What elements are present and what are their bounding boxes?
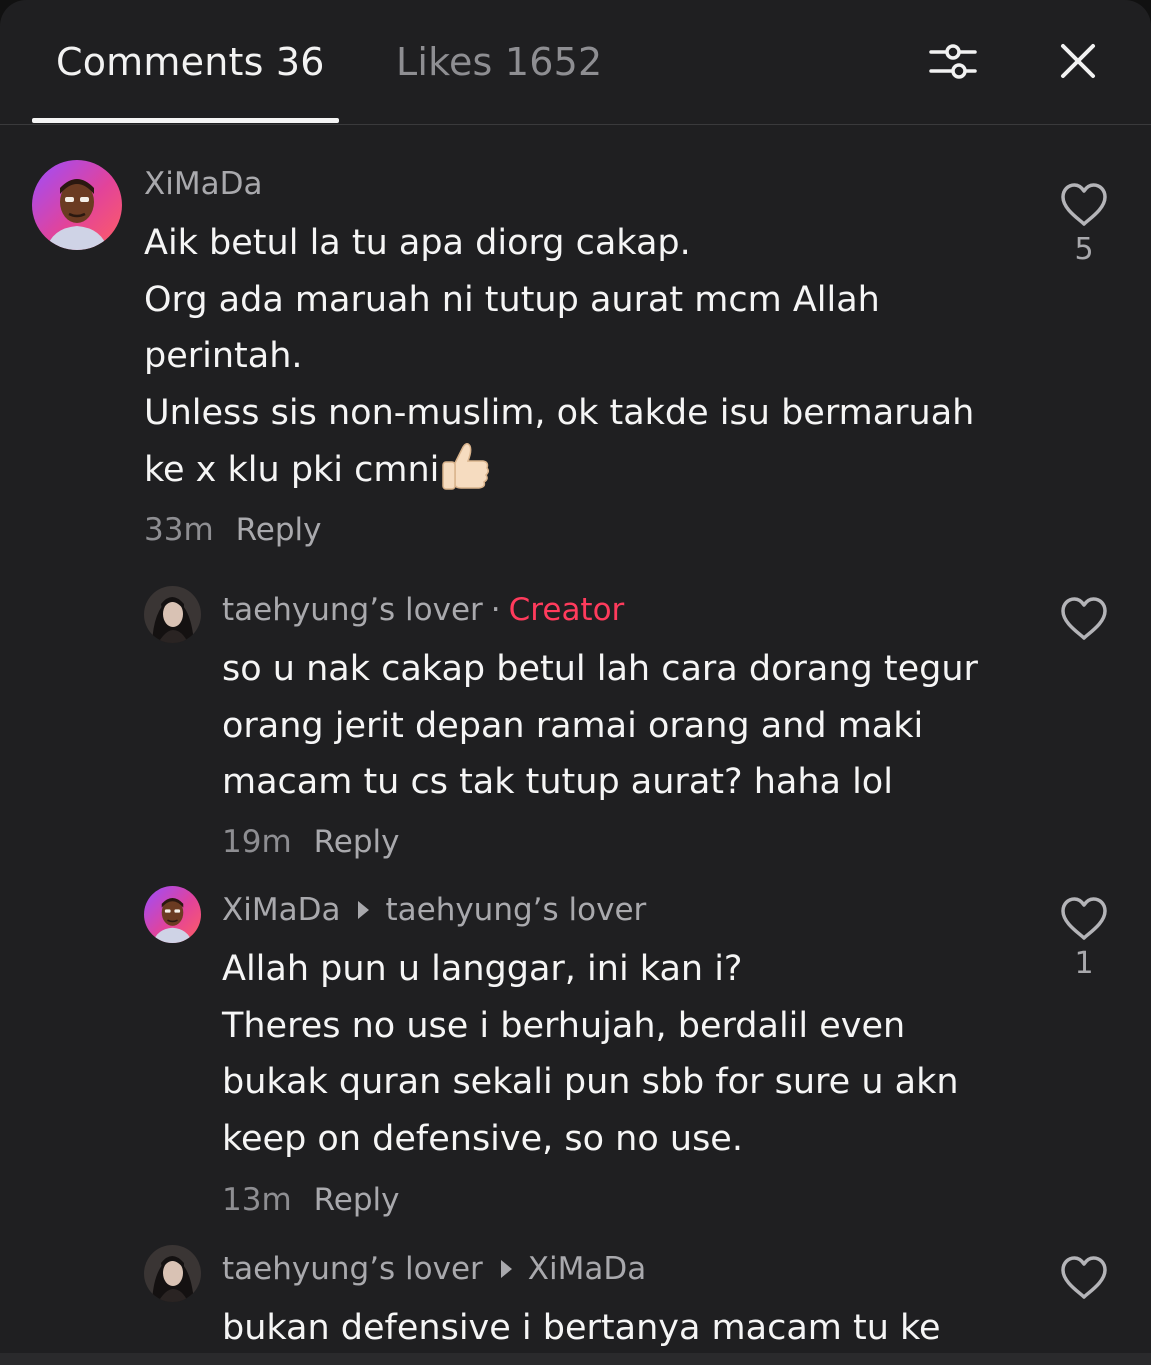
comments-panel: Comments 36 Likes 1652 XiMaDa Aik betul … <box>0 0 1151 1365</box>
comment-timestamp: 13m <box>222 1182 292 1218</box>
comment-text: so u nak cakap betul lah cara dorang teg… <box>222 649 978 803</box>
comment-text: Aik betul la tu apa diorg cakap. Org ada… <box>144 223 975 491</box>
reply-button[interactable]: Reply <box>236 512 322 548</box>
comment-username[interactable]: XiMaDa <box>144 166 262 202</box>
like-button[interactable] <box>1059 596 1109 642</box>
like-button[interactable]: 5 <box>1059 182 1109 267</box>
comment-timestamp: 33m <box>144 512 214 548</box>
heart-icon <box>1061 597 1107 640</box>
avatar[interactable] <box>144 886 201 943</box>
heart-icon <box>1061 1256 1107 1299</box>
avatar[interactable] <box>144 1245 201 1302</box>
comment-username[interactable]: taehyung’s lover <box>222 592 483 628</box>
reply-arrow-icon <box>500 1260 512 1278</box>
comment-meta: 13m Reply <box>222 1182 400 1218</box>
thumbs-up-icon <box>439 441 491 491</box>
like-count: 5 <box>1074 232 1094 267</box>
reply-arrow-icon <box>358 901 370 919</box>
comment-timestamp: 19m <box>222 824 292 860</box>
comment-username-line: XiMaDa taehyung’s lover <box>222 892 646 928</box>
comment-text: Allah pun u langgar, ini kan i? Theres n… <box>222 949 959 1159</box>
bottom-edge <box>0 1353 1151 1365</box>
comment-text: bukan defensive i bertanya macam tu ke <box>222 1308 941 1348</box>
comment-username-line: taehyung’s lover XiMaDa <box>222 1251 646 1287</box>
reply-button[interactable]: Reply <box>314 1182 400 1218</box>
avatar[interactable] <box>144 586 201 643</box>
close-icon[interactable] <box>1059 42 1097 80</box>
heart-icon <box>1061 183 1107 226</box>
active-tab-indicator <box>32 118 339 123</box>
comment-username[interactable]: XiMaDa <box>222 892 340 928</box>
creator-badge: Creator <box>508 592 625 628</box>
comment-meta: 19m Reply <box>222 824 400 860</box>
filter-icon[interactable] <box>928 42 978 82</box>
tab-likes[interactable]: Likes 1652 <box>396 40 602 84</box>
comment-username-line: taehyung’s lover · Creator <box>222 592 625 628</box>
comment-username[interactable]: taehyung’s lover <box>222 1251 483 1287</box>
reply-to-username[interactable]: XiMaDa <box>528 1251 646 1287</box>
tab-comments[interactable]: Comments 36 <box>56 40 325 84</box>
comments-header: Comments 36 Likes 1652 <box>0 0 1151 125</box>
like-button[interactable] <box>1059 1255 1109 1301</box>
like-count: 1 <box>1074 946 1094 981</box>
reply-button[interactable]: Reply <box>314 824 400 860</box>
avatar[interactable] <box>32 160 122 250</box>
like-button[interactable]: 1 <box>1059 896 1109 981</box>
reply-to-username[interactable]: taehyung’s lover <box>385 892 646 928</box>
heart-icon <box>1061 897 1107 940</box>
comment-meta: 33m Reply <box>144 512 322 548</box>
